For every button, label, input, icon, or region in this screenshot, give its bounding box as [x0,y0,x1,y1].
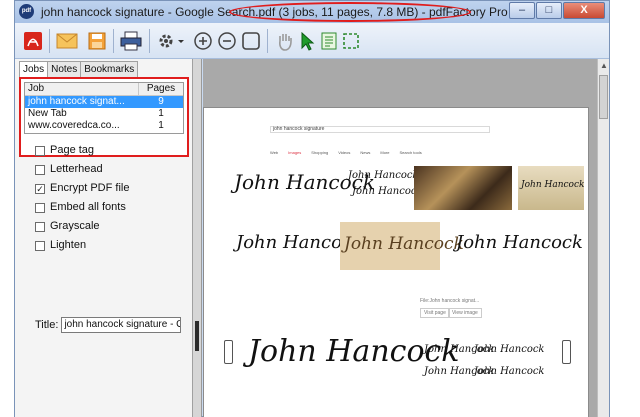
title-row: Title: john hancock signature - Goo [35,317,182,333]
job-row[interactable]: New Tab 1 [25,108,183,120]
zoom-in-icon[interactable] [191,29,215,53]
pdf-page: john hancock signature Web Images Shoppi… [203,107,589,417]
vertical-scrollbar[interactable]: ▲ [597,59,609,417]
checkbox-checked[interactable]: ✓ [35,183,45,194]
maximize-button[interactable]: □ [536,2,562,19]
job-pages: 1 [158,120,164,131]
acrobat-icon[interactable] [21,29,45,53]
option-label: Grayscale [50,220,100,232]
text-select-icon[interactable] [317,29,341,53]
next-arrow-button [562,340,571,364]
job-name: New Tab [28,108,67,119]
option-page-tag[interactable]: Page tag [35,141,129,160]
scroll-up-icon[interactable]: ▲ [600,61,608,70]
jobs-list[interactable]: Job Pages john hancock signat... 9 New T… [24,82,184,134]
pdffactory-logo-icon: pdf [19,4,34,19]
option-label: Embed all fonts [50,201,126,213]
job-name: www.coveredca.co... [28,120,120,131]
option-label: Encrypt PDF file [50,182,130,194]
fit-page-icon[interactable] [239,29,263,53]
option-letterhead[interactable]: Letterhead [35,160,129,179]
tab-jobs[interactable]: Jobs [19,61,49,78]
option-label: Letterhead [50,163,103,175]
gear-icon[interactable] [155,29,187,53]
zoom-out-icon[interactable] [215,29,239,53]
large-signature-image: John Hancock [248,334,460,369]
tab-notes[interactable]: Notes [47,61,82,78]
preview-search-box: john hancock signature [270,126,490,133]
option-embed-fonts[interactable]: Embed all fonts [35,198,129,217]
select-arrow-icon[interactable] [295,29,319,53]
signature-image: John Hancock [234,170,375,194]
save-icon[interactable] [85,29,109,53]
checkbox[interactable] [35,164,45,175]
title-label: Title: [35,319,59,331]
job-row[interactable]: john hancock signat... 9 [25,96,183,108]
option-encrypt[interactable]: ✓ Encrypt PDF file [35,179,129,198]
crop-icon[interactable] [339,29,363,53]
app-window: pdf john hancock signature - Google Sear… [14,0,610,417]
left-panel: Jobs Notes Bookmarks Job Pages john hanc… [15,59,193,417]
toolbar [15,23,609,59]
preview-search-tabs: Web Images Shopping Videos News More Sea… [270,150,422,155]
option-label: Page tag [50,144,95,156]
col-pages-header[interactable]: Pages [139,83,183,95]
panel-splitter[interactable] [193,59,202,417]
print-icon[interactable] [119,29,143,53]
checkbox[interactable] [35,240,45,251]
job-name: john hancock signat... [28,96,125,107]
title-bar[interactable]: pdf john hancock signature - Google Sear… [15,1,609,23]
hand-icon[interactable] [273,29,297,53]
prev-arrow-button [224,340,233,364]
panel-tabs: Jobs Notes Bookmarks [19,61,139,78]
signature-image: John Hancock [236,232,363,253]
parchment-signature-image: John Hancock [340,222,464,270]
title-input[interactable]: john hancock signature - Goo [61,317,182,333]
email-icon[interactable] [55,29,79,53]
checkbox[interactable] [35,145,45,156]
job-row[interactable]: www.coveredca.co... 1 [25,120,183,132]
option-grayscale[interactable]: Grayscale [35,217,129,236]
signature-image: John Hancock John Hancock [348,170,423,197]
job-pages: 9 [158,96,164,107]
signature-image: John Hancock [456,232,583,253]
minimize-button[interactable]: – [509,2,535,19]
title-highlight-annotation [229,2,471,22]
painting-image [414,166,512,210]
jobs-header: Job Pages [25,83,183,96]
col-job-header[interactable]: Job [25,83,139,95]
scroll-thumb[interactable] [599,75,608,119]
options-list: Page tag Letterhead ✓ Encrypt PDF file E… [35,141,129,255]
related-result-panel: File:John hancock signat... Visit page V… [420,298,545,377]
tab-bookmarks[interactable]: Bookmarks [80,61,139,78]
checkbox[interactable] [35,221,45,232]
splitter-handle[interactable] [195,321,199,351]
job-pages: 1 [158,108,164,119]
document-image: John Hancock [518,166,584,210]
checkbox[interactable] [35,202,45,213]
close-button[interactable]: X [563,2,605,19]
page-preview[interactable]: john hancock signature Web Images Shoppi… [203,59,597,417]
option-label: Lighten [50,239,87,251]
option-lighten[interactable]: Lighten [35,236,129,255]
